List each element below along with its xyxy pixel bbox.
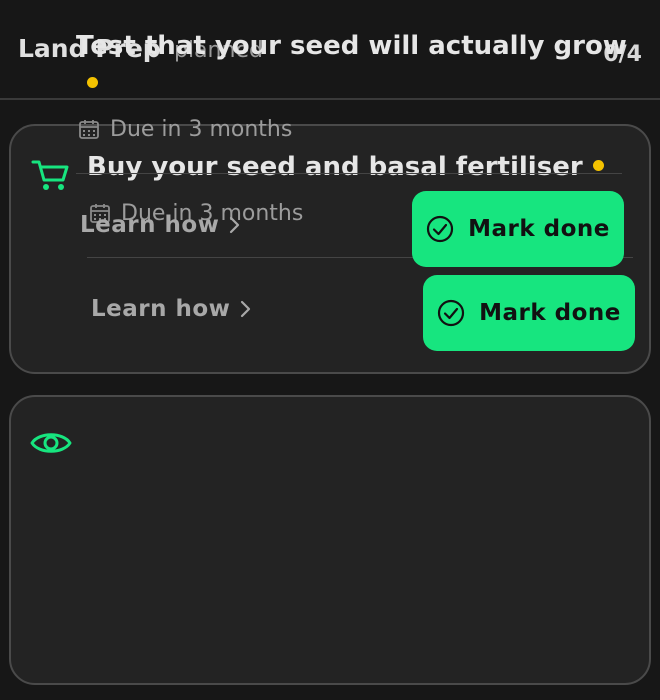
chevron-right-icon (230, 216, 240, 234)
calendar-icon (79, 120, 99, 139)
pending-dot (592, 160, 604, 171)
task-card (9, 395, 651, 685)
check-circle-icon (437, 299, 465, 327)
task-title-text: Test that your seed will actually grow (76, 31, 627, 61)
learn-how-label: Learn how (80, 212, 220, 238)
mark-done-button[interactable]: Mark done (423, 275, 635, 351)
mark-done-label: Mark done (468, 216, 610, 242)
task-title: Buy your seed and basal fertiliser (87, 149, 647, 185)
divider (76, 173, 622, 174)
eye-icon (29, 423, 73, 463)
task-title-text: Buy your seed and basal fertiliser (87, 152, 583, 182)
mark-done-label: Mark done (479, 300, 621, 326)
learn-how-link[interactable]: Learn how (91, 296, 252, 322)
due-row: Due in 3 months (78, 114, 292, 144)
check-circle-icon (426, 215, 454, 243)
shopping-cart-icon (29, 154, 73, 194)
learn-how-link[interactable]: Learn how (80, 212, 241, 238)
mark-done-button[interactable]: Mark done (412, 191, 624, 267)
chevron-right-icon (241, 300, 251, 318)
task-title: Test that your seed will actually grow (76, 28, 636, 64)
learn-how-label: Learn how (91, 296, 231, 322)
pending-dot (87, 77, 98, 88)
due-text: Due in 3 months (110, 116, 293, 142)
